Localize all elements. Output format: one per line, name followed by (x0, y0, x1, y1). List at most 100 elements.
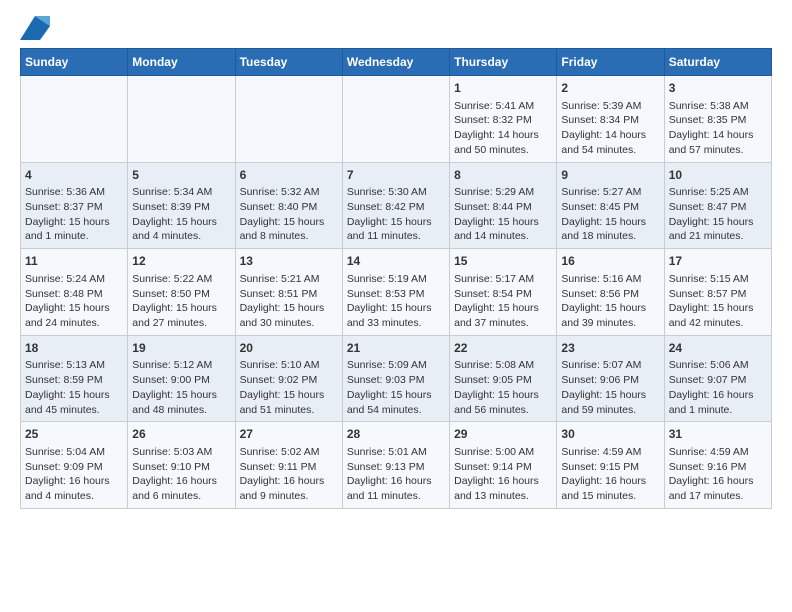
calendar-table: SundayMondayTuesdayWednesdayThursdayFrid… (20, 48, 772, 509)
day-content: Sunrise: 5:01 AM Sunset: 9:13 PM Dayligh… (347, 445, 445, 504)
calendar-cell: 14 Sunrise: 5:19 AM Sunset: 8:53 PM Dayli… (342, 249, 449, 336)
day-number: 27 (240, 426, 338, 443)
day-content: Sunrise: 5:19 AM Sunset: 8:53 PM Dayligh… (347, 272, 445, 331)
calendar-cell: 27 Sunrise: 5:02 AM Sunset: 9:11 PM Dayli… (235, 422, 342, 509)
day-content: Sunrise: 5:09 AM Sunset: 9:03 PM Dayligh… (347, 358, 445, 417)
page-header (20, 16, 772, 40)
header-day-saturday: Saturday (664, 49, 771, 76)
day-number: 19 (132, 340, 230, 357)
day-number: 9 (561, 167, 659, 184)
day-number: 2 (561, 80, 659, 97)
calendar-cell: 25 Sunrise: 5:04 AM Sunset: 9:09 PM Dayli… (21, 422, 128, 509)
calendar-cell: 13 Sunrise: 5:21 AM Sunset: 8:51 PM Dayli… (235, 249, 342, 336)
header-day-friday: Friday (557, 49, 664, 76)
day-number: 12 (132, 253, 230, 270)
calendar-cell: 20Sunrise: 5:10 AM Sunset: 9:02 PM Dayli… (235, 335, 342, 422)
day-content: Sunrise: 5:02 AM Sunset: 9:11 PM Dayligh… (240, 445, 338, 504)
day-number: 28 (347, 426, 445, 443)
calendar-cell: 1 Sunrise: 5:41 AM Sunset: 8:32 PM Daylig… (450, 76, 557, 163)
day-content: Sunrise: 5:30 AM Sunset: 8:42 PM Dayligh… (347, 185, 445, 244)
day-number: 18 (25, 340, 123, 357)
week-row-5: 25 Sunrise: 5:04 AM Sunset: 9:09 PM Dayli… (21, 422, 772, 509)
header-day-thursday: Thursday (450, 49, 557, 76)
day-content: Sunrise: 5:15 AM Sunset: 8:57 PM Dayligh… (669, 272, 767, 331)
calendar-cell: 7Sunrise: 5:30 AM Sunset: 8:42 PM Daylig… (342, 162, 449, 249)
calendar-cell: 12 Sunrise: 5:22 AM Sunset: 8:50 PM Dayli… (128, 249, 235, 336)
day-number: 24 (669, 340, 767, 357)
day-number: 31 (669, 426, 767, 443)
calendar-cell: 18Sunrise: 5:13 AM Sunset: 8:59 PM Dayli… (21, 335, 128, 422)
day-content: Sunrise: 5:00 AM Sunset: 9:14 PM Dayligh… (454, 445, 552, 504)
day-number: 26 (132, 426, 230, 443)
day-content: Sunrise: 5:21 AM Sunset: 8:51 PM Dayligh… (240, 272, 338, 331)
calendar-cell (128, 76, 235, 163)
calendar-cell: 6Sunrise: 5:32 AM Sunset: 8:40 PM Daylig… (235, 162, 342, 249)
day-content: Sunrise: 4:59 AM Sunset: 9:15 PM Dayligh… (561, 445, 659, 504)
day-content: Sunrise: 5:24 AM Sunset: 8:48 PM Dayligh… (25, 272, 123, 331)
calendar-cell: 17 Sunrise: 5:15 AM Sunset: 8:57 PM Dayli… (664, 249, 771, 336)
calendar-cell: 10Sunrise: 5:25 AM Sunset: 8:47 PM Dayli… (664, 162, 771, 249)
day-content: Sunrise: 5:17 AM Sunset: 8:54 PM Dayligh… (454, 272, 552, 331)
day-content: Sunrise: 5:10 AM Sunset: 9:02 PM Dayligh… (240, 358, 338, 417)
day-number: 11 (25, 253, 123, 270)
week-row-4: 18Sunrise: 5:13 AM Sunset: 8:59 PM Dayli… (21, 335, 772, 422)
calendar-cell: 5Sunrise: 5:34 AM Sunset: 8:39 PM Daylig… (128, 162, 235, 249)
calendar-cell: 11 Sunrise: 5:24 AM Sunset: 8:48 PM Dayli… (21, 249, 128, 336)
day-number: 4 (25, 167, 123, 184)
day-number: 15 (454, 253, 552, 270)
day-content: Sunrise: 5:38 AM Sunset: 8:35 PM Dayligh… (669, 99, 767, 158)
calendar-cell: 26 Sunrise: 5:03 AM Sunset: 9:10 PM Dayli… (128, 422, 235, 509)
day-content: Sunrise: 5:12 AM Sunset: 9:00 PM Dayligh… (132, 358, 230, 417)
header-day-wednesday: Wednesday (342, 49, 449, 76)
day-number: 29 (454, 426, 552, 443)
day-content: Sunrise: 4:59 AM Sunset: 9:16 PM Dayligh… (669, 445, 767, 504)
day-content: Sunrise: 5:13 AM Sunset: 8:59 PM Dayligh… (25, 358, 123, 417)
calendar-cell: 8Sunrise: 5:29 AM Sunset: 8:44 PM Daylig… (450, 162, 557, 249)
week-row-3: 11 Sunrise: 5:24 AM Sunset: 8:48 PM Dayli… (21, 249, 772, 336)
day-number: 3 (669, 80, 767, 97)
day-content: Sunrise: 5:22 AM Sunset: 8:50 PM Dayligh… (132, 272, 230, 331)
day-content: Sunrise: 5:41 AM Sunset: 8:32 PM Dayligh… (454, 99, 552, 158)
calendar-cell (21, 76, 128, 163)
calendar-cell: 23Sunrise: 5:07 AM Sunset: 9:06 PM Dayli… (557, 335, 664, 422)
calendar-cell: 21Sunrise: 5:09 AM Sunset: 9:03 PM Dayli… (342, 335, 449, 422)
day-number: 10 (669, 167, 767, 184)
calendar-cell: 4Sunrise: 5:36 AM Sunset: 8:37 PM Daylig… (21, 162, 128, 249)
day-content: Sunrise: 5:25 AM Sunset: 8:47 PM Dayligh… (669, 185, 767, 244)
day-number: 5 (132, 167, 230, 184)
day-content: Sunrise: 5:27 AM Sunset: 8:45 PM Dayligh… (561, 185, 659, 244)
day-content: Sunrise: 5:34 AM Sunset: 8:39 PM Dayligh… (132, 185, 230, 244)
calendar-cell: 3 Sunrise: 5:38 AM Sunset: 8:35 PM Daylig… (664, 76, 771, 163)
calendar-cell: 29 Sunrise: 5:00 AM Sunset: 9:14 PM Dayli… (450, 422, 557, 509)
day-number: 13 (240, 253, 338, 270)
calendar-cell: 19Sunrise: 5:12 AM Sunset: 9:00 PM Dayli… (128, 335, 235, 422)
day-number: 25 (25, 426, 123, 443)
day-content: Sunrise: 5:36 AM Sunset: 8:37 PM Dayligh… (25, 185, 123, 244)
header-day-monday: Monday (128, 49, 235, 76)
day-content: Sunrise: 5:04 AM Sunset: 9:09 PM Dayligh… (25, 445, 123, 504)
day-content: Sunrise: 5:03 AM Sunset: 9:10 PM Dayligh… (132, 445, 230, 504)
day-content: Sunrise: 5:32 AM Sunset: 8:40 PM Dayligh… (240, 185, 338, 244)
calendar-cell (342, 76, 449, 163)
calendar-cell: 31 Sunrise: 4:59 AM Sunset: 9:16 PM Dayli… (664, 422, 771, 509)
calendar-cell: 2Sunrise: 5:39 AM Sunset: 8:34 PM Daylig… (557, 76, 664, 163)
header-day-sunday: Sunday (21, 49, 128, 76)
day-number: 1 (454, 80, 552, 97)
day-number: 21 (347, 340, 445, 357)
day-number: 16 (561, 253, 659, 270)
calendar-cell: 28 Sunrise: 5:01 AM Sunset: 9:13 PM Dayli… (342, 422, 449, 509)
calendar-cell: 15 Sunrise: 5:17 AM Sunset: 8:54 PM Dayli… (450, 249, 557, 336)
day-content: Sunrise: 5:29 AM Sunset: 8:44 PM Dayligh… (454, 185, 552, 244)
calendar-cell: 30 Sunrise: 4:59 AM Sunset: 9:15 PM Dayli… (557, 422, 664, 509)
header-day-tuesday: Tuesday (235, 49, 342, 76)
week-row-1: 1 Sunrise: 5:41 AM Sunset: 8:32 PM Daylig… (21, 76, 772, 163)
day-number: 17 (669, 253, 767, 270)
day-number: 30 (561, 426, 659, 443)
day-content: Sunrise: 5:16 AM Sunset: 8:56 PM Dayligh… (561, 272, 659, 331)
day-content: Sunrise: 5:08 AM Sunset: 9:05 PM Dayligh… (454, 358, 552, 417)
day-number: 6 (240, 167, 338, 184)
logo-icon (20, 16, 50, 40)
week-row-2: 4Sunrise: 5:36 AM Sunset: 8:37 PM Daylig… (21, 162, 772, 249)
calendar-cell: 16 Sunrise: 5:16 AM Sunset: 8:56 PM Dayli… (557, 249, 664, 336)
day-number: 14 (347, 253, 445, 270)
